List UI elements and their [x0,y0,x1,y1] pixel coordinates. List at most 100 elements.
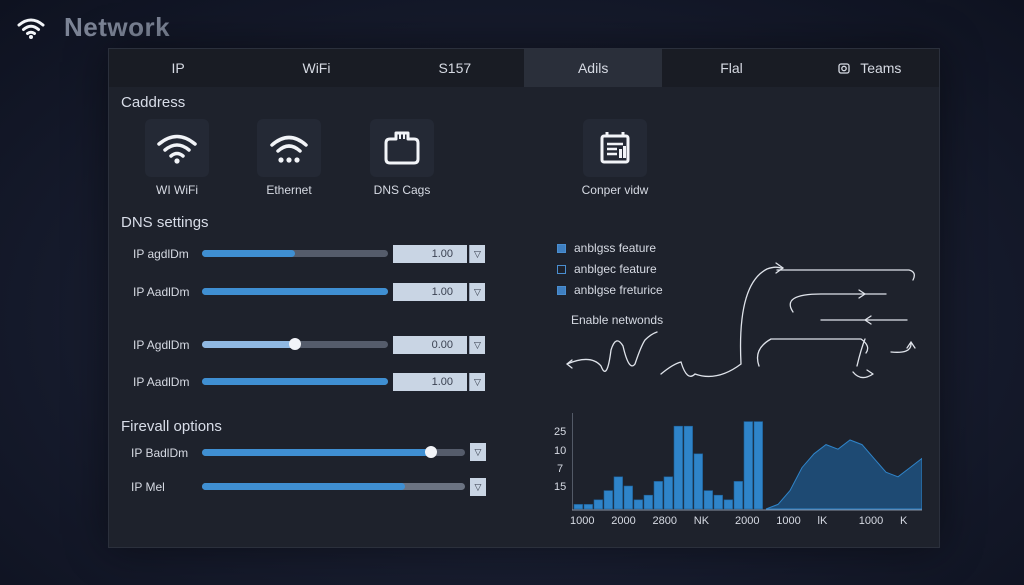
dns-value-input[interactable]: 1.00 [393,245,467,263]
chevron-down-icon[interactable]: ▽ [469,373,485,391]
tab-label: Teams [860,60,902,76]
firewall-options-title: Firevall options [121,418,222,435]
dns-row-label: IP AadlDm [133,375,190,389]
slider-knob[interactable] [289,338,301,350]
dns-slider[interactable] [202,378,388,385]
feature-label: anblgss feature [574,241,657,255]
firewall-slider[interactable] [202,483,465,490]
traffic-chart [572,413,922,511]
dns-settings-title: DNS settings [121,214,209,231]
wifi-icon [17,18,45,39]
y-tick-label: 10 [554,445,567,457]
tab-flal[interactable]: Flal [662,49,800,87]
dns-value-input[interactable]: 0.00 [393,336,467,354]
dns-value-input[interactable]: 1.00 [393,283,467,301]
chevron-down-icon[interactable]: ▽ [470,478,486,496]
slider-fill [202,378,388,385]
chart-bar [573,504,583,510]
chevron-down-icon[interactable]: ▽ [469,283,485,301]
firewall-row-label: IP BadlDm [131,446,189,460]
chevron-down-icon[interactable]: ▽ [469,245,485,263]
tile-dns[interactable]: DNS Cags [357,119,447,197]
tab-teams[interactable]: Teams [801,49,939,87]
dns-row-label: IP AadlDm [133,285,190,299]
chevron-down-icon[interactable]: ▽ [469,336,485,354]
x-tick-label: 1000 [858,515,884,527]
slider-fill [202,288,388,295]
x-tick-label: lK [817,515,828,527]
x-tick-label: 2000 [611,515,636,527]
tile-label: DNS Cags [373,183,431,197]
dns-row-label: IP agdlDm [133,247,189,261]
tile-wifi[interactable]: WI WiFi [132,119,222,197]
tab-ip[interactable]: IP [109,49,247,87]
tab-label: IP [171,60,185,76]
caddress-title: Caddress [121,94,186,111]
tile-device[interactable]: Conper vidw [570,119,660,197]
wifi-icon [157,134,197,164]
chevron-down-icon[interactable]: ▽ [470,443,486,461]
app-title: Network [64,12,171,42]
ethernet-icon [270,135,308,163]
chart-bar [643,494,653,510]
y-tick-label: 25 [554,426,567,438]
firewall-row-label: IP Mel [131,480,165,494]
tab-label: WiFi [302,60,331,76]
chart-bar [683,425,693,510]
chart-bar [673,425,683,510]
checkbox-checked[interactable] [557,243,566,253]
bar-series [573,421,763,510]
camera-icon [838,63,850,74]
x-tick-label: 1000 [570,515,595,527]
x-tick-label: 1000 [776,515,801,527]
tab-label: Flal [720,60,743,76]
slider-fill [202,341,295,348]
tab-bar: IP WiFi S157 Adils Flal Teams [109,49,939,87]
dns-icon [384,131,420,165]
app-header: Network [16,12,170,43]
chart-bar [743,421,753,510]
tab-s157[interactable]: S157 [386,49,524,87]
tile-ethernet[interactable]: Ethernet [244,119,334,197]
x-tick-label: NK [693,515,710,527]
tab-label: S157 [438,60,472,76]
chart-bar [593,499,603,510]
y-tick-label: 15 [554,481,567,493]
dns-value-input[interactable]: 1.00 [393,373,467,391]
chart-bar [733,481,743,510]
device-icon [600,132,630,164]
slider-knob[interactable] [424,446,437,458]
network-diagram [566,262,916,379]
slider-fill [202,250,295,257]
area-series [765,439,922,510]
chart-bar [583,504,593,510]
chart-bar [713,494,723,510]
tile-label: WI WiFi [156,183,198,197]
tab-adils[interactable]: Adils [523,49,663,87]
chart-bar [613,476,623,510]
chart-bar [703,490,713,510]
tab-wifi[interactable]: WiFi [247,49,385,87]
chart-bar [663,476,673,510]
dns-slider[interactable] [202,250,388,257]
slider-fill [202,449,431,456]
chart-bar [603,490,613,510]
y-tick-label: 7 [557,463,564,475]
x-tick-row: 1000 2000 2800 NK 2000 1000 lK 1000 K [570,515,922,529]
chart-bar [623,485,633,510]
network-panel: IP WiFi S157 Adils Flal Teams Caddress W… [108,48,940,548]
chart-bar [693,453,703,510]
dns-slider[interactable] [202,288,388,295]
chart-bar [753,421,763,510]
slider-fill [202,483,405,490]
chart-bar [633,499,643,510]
tile-label: Ethernet [266,183,312,197]
tile-label: Conper vidw [581,183,649,197]
x-tick-label: 2800 [652,515,677,527]
chart-bar [723,499,733,510]
chart-bar [653,481,663,510]
x-tick-label: 2000 [735,515,760,527]
dns-slider[interactable] [202,338,388,350]
firewall-slider[interactable] [202,446,465,458]
feature-checkbox[interactable]: anblgss feature [557,241,656,255]
